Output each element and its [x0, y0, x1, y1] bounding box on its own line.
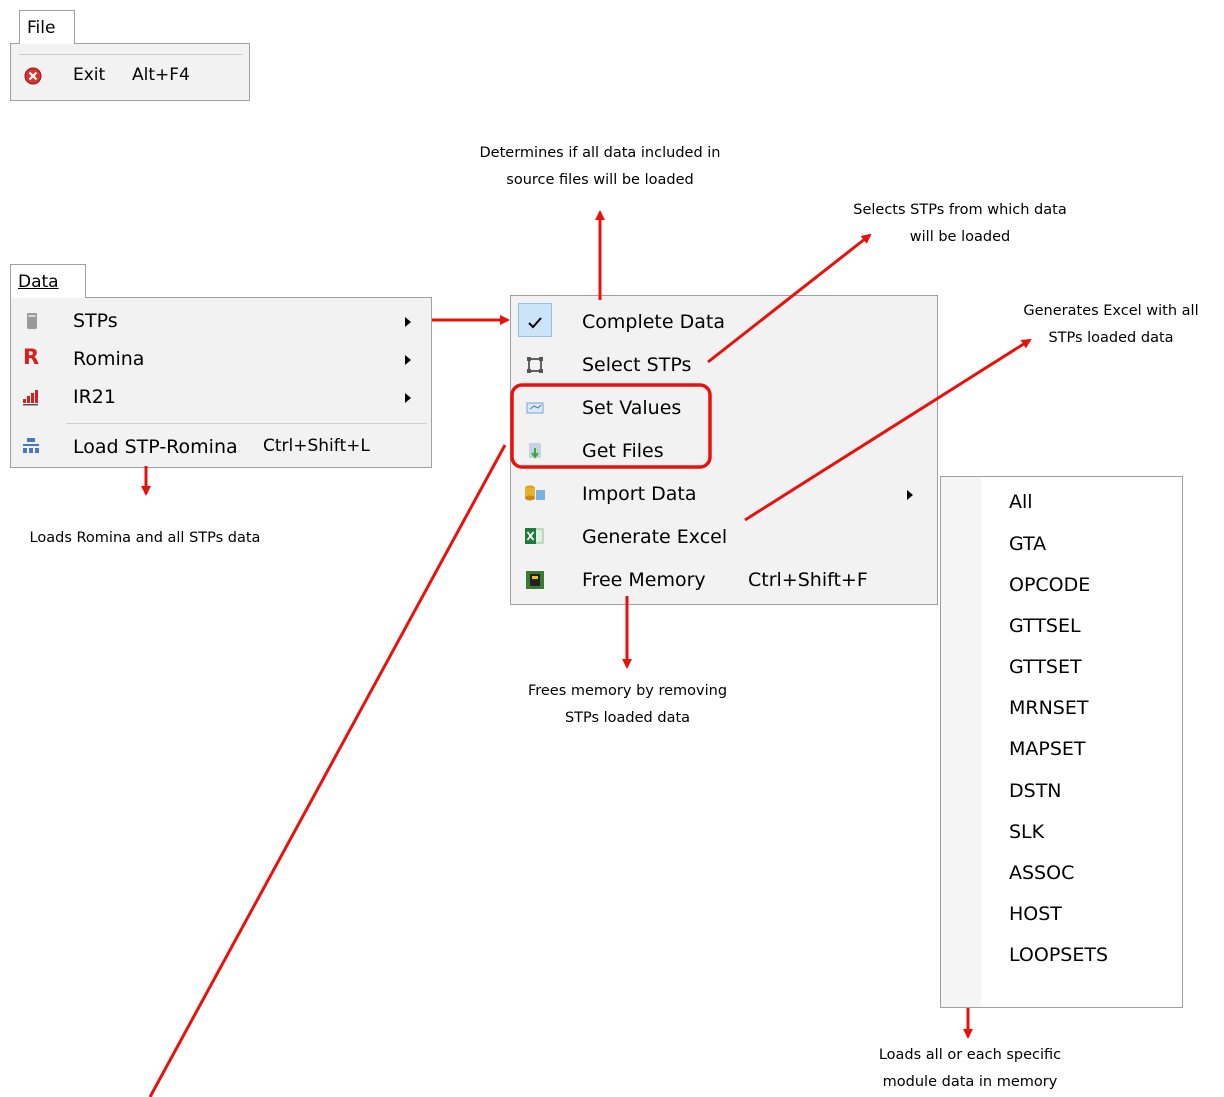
import-item-gttsel[interactable]: GTTSEL: [1009, 615, 1081, 637]
get-files-icon: [529, 443, 541, 459]
file-menu-panel: Exit Alt+F4: [10, 43, 250, 101]
note-free-memory-line2: STPs loaded data: [564, 710, 691, 726]
import-submenu-gutter: [941, 477, 981, 1007]
exit-label: Exit: [73, 65, 106, 85]
note-import-data: Loads all or each specific module data i…: [820, 1042, 1120, 1096]
free-memory-shortcut: Ctrl+Shift+F: [748, 569, 868, 591]
exit-icon: [24, 67, 42, 85]
menu-item-import-data[interactable]: Import Data: [511, 473, 937, 516]
import-data-submenu-arrow: [907, 490, 913, 500]
note-generate-excel-line2: STPs loaded data: [1048, 330, 1174, 346]
menu-item-romina[interactable]: R Romina: [11, 340, 431, 378]
generate-excel-label: Generate Excel: [582, 526, 728, 548]
note-complete-data-line1: Determines if all data included in: [479, 145, 721, 161]
note-import-data-line1: Loads all or each specific: [878, 1047, 1062, 1063]
menu-item-generate-excel[interactable]: Generate Excel: [511, 516, 937, 559]
import-item-mrnset[interactable]: MRNSET: [1009, 697, 1088, 719]
hierarchy-icon: [23, 438, 39, 453]
select-stps-label: Select STPs: [582, 354, 692, 376]
note-complete-data-line2: source files will be loaded: [506, 172, 694, 188]
import-item-mapset[interactable]: MAPSET: [1009, 738, 1086, 760]
note-select-stps-line1: Selects STPs from which data: [853, 202, 1067, 218]
data-menu-label: Data: [18, 272, 59, 292]
set-values-label: Set Values: [582, 397, 682, 419]
note-select-stps-line2: will be loaded: [909, 229, 1011, 245]
checkmark-icon: [528, 317, 542, 329]
database-icon: [525, 485, 545, 501]
import-item-gttset[interactable]: GTTSET: [1009, 656, 1082, 678]
stps-label: STPs: [73, 310, 118, 332]
note-generate-excel-line1: Generates Excel with all: [1023, 303, 1199, 319]
data-menu-panel: STPs R Romina IR21 Load STP-Romina Ctrl+…: [10, 297, 432, 468]
menu-item-free-memory[interactable]: Free Memory Ctrl+Shift+F: [511, 559, 937, 602]
romina-r-icon: R: [23, 345, 40, 369]
complete-data-label: Complete Data: [582, 311, 725, 333]
romina-label: Romina: [73, 348, 145, 370]
import-item-opcode[interactable]: OPCODE: [1009, 574, 1090, 596]
selection-icon: [527, 357, 543, 373]
import-submenu-panel: All GTA OPCODE GTTSEL GTTSET MRNSET MAPS…: [940, 476, 1183, 1008]
note-load-stp-romina: Loads Romina and all STPs data: [0, 525, 290, 552]
menu-item-get-files[interactable]: Get Files: [511, 430, 937, 473]
exit-shortcut: Alt+F4: [132, 65, 190, 85]
menu-item-stps[interactable]: STPs: [11, 302, 431, 340]
menu-item-ir21[interactable]: IR21: [11, 378, 431, 416]
stps-submenu-arrow: [405, 317, 411, 327]
data-menu-separator: [66, 423, 427, 424]
get-files-label: Get Files: [582, 440, 664, 462]
romina-submenu-arrow: [405, 355, 411, 365]
note-free-memory: Frees memory by removing STPs loaded dat…: [480, 678, 775, 732]
excel-icon: [525, 528, 544, 544]
import-data-label: Import Data: [582, 483, 697, 505]
menu-item-select-stps[interactable]: Select STPs: [511, 344, 937, 387]
memory-icon: [526, 571, 544, 589]
data-menu-header[interactable]: Data: [10, 264, 86, 298]
menu-item-exit[interactable]: Exit Alt+F4: [11, 56, 249, 96]
ir21-submenu-arrow: [405, 393, 411, 403]
import-item-slk[interactable]: SLK: [1009, 821, 1044, 843]
file-menu-header[interactable]: File: [19, 10, 75, 44]
menu-item-set-values[interactable]: Set Values: [511, 387, 937, 430]
menu-item-load-stp-romina[interactable]: Load STP-Romina Ctrl+Shift+L: [11, 428, 431, 466]
import-item-assoc[interactable]: ASSOC: [1009, 862, 1074, 884]
load-stp-romina-label: Load STP-Romina: [73, 436, 238, 458]
note-import-data-line2: module data in memory: [882, 1074, 1058, 1090]
free-memory-label: Free Memory: [582, 569, 706, 591]
import-item-gta[interactable]: GTA: [1009, 533, 1046, 555]
file-menu-label: File: [27, 18, 56, 38]
note-free-memory-line1: Frees memory by removing: [527, 683, 728, 699]
import-item-loopsets[interactable]: LOOPSETS: [1009, 944, 1108, 966]
file-menu-top-line: [19, 54, 243, 55]
import-item-dstn[interactable]: DSTN: [1009, 780, 1062, 802]
note-select-stps: Selects STPs from which data will be loa…: [810, 197, 1110, 251]
ir21-bars-icon: [23, 390, 38, 406]
load-stp-romina-shortcut: Ctrl+Shift+L: [263, 436, 370, 456]
menu-item-complete-data[interactable]: Complete Data: [511, 301, 937, 344]
note-complete-data: Determines if all data included in sourc…: [440, 140, 760, 194]
set-values-icon: [526, 402, 544, 414]
import-item-all[interactable]: All: [1009, 491, 1033, 513]
import-item-host[interactable]: HOST: [1009, 903, 1062, 925]
note-generate-excel: Generates Excel with all STPs loaded dat…: [1000, 298, 1222, 352]
note-load-stp-romina-line1: Loads Romina and all STPs data: [29, 530, 261, 546]
server-icon: [27, 313, 37, 329]
ir21-label: IR21: [73, 386, 116, 408]
stps-submenu-panel: Complete Data Select STPs Set Values Get…: [510, 295, 938, 605]
